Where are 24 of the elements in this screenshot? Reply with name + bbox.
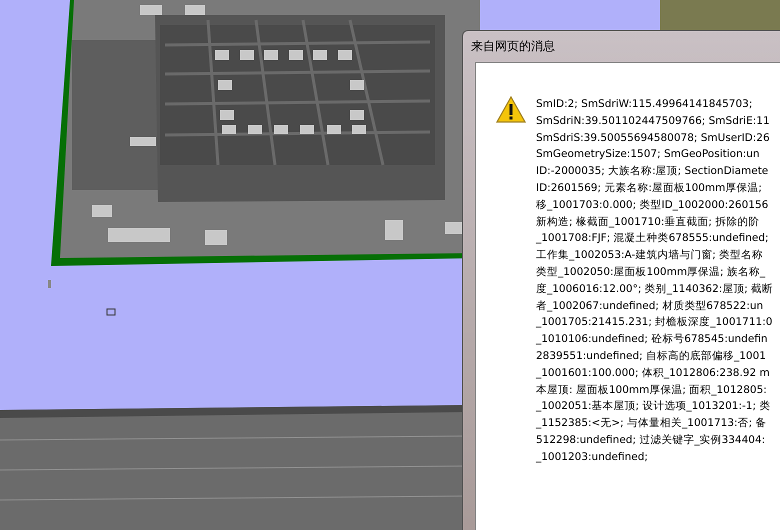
message-line: _1001705:21415.231; 封檐板深度_1001711:0 xyxy=(536,315,774,330)
message-line: _1010106:undefined; 砼标号678545:undefin xyxy=(536,332,769,348)
message-line: 512298:undefined; 过滤关键字_实例334404: xyxy=(536,432,766,448)
message-line: 工作集_1002053:A-建筑内墙与门窗; 类型名称 xyxy=(536,248,764,264)
message-line: 者_1002067:undefined; 材质类型678522:un xyxy=(536,298,764,314)
message-line: 2839551:undefined; 自标高的底部偏移_1001 xyxy=(536,348,767,364)
message-line: _1152385:<无>; 与体量相关_1001713:否; 备 xyxy=(536,416,768,432)
message-line: _1001203:undefined; xyxy=(536,450,649,465)
message-line: SmGeometrySize:1507; SmGeoPosition:un xyxy=(536,147,761,162)
message-line: _1001601:100.000; 体积_1012806:238.92 m xyxy=(536,366,771,381)
message-line: ID:-2000035; 大族名称:屋顶; SectionDiamete xyxy=(536,164,770,180)
dialog-title: 来自网页的消息 xyxy=(471,38,555,55)
message-line: ID:2601569; 元素名称:屋面板100mm厚保温; xyxy=(536,180,763,196)
message-line: SmSdriS:39.50055694580078; SmUserID:26 xyxy=(536,130,771,146)
message-line: 新构造; 椽截面_1001710:垂直截面; 拆除的阶 xyxy=(536,214,760,230)
message-line: SmSdriN:39.501102447509766; SmSdriE:11 xyxy=(536,114,771,129)
message-line: 度_1006016:12.00°; 类别_1140362:屋顶; 截断 xyxy=(536,282,774,297)
message-line: 本屋顶: 屋面板100mm厚保温; 面积_1012805: xyxy=(536,382,768,398)
warning-icon xyxy=(496,96,526,123)
message-line: 移_1001703:0.000; 类型ID_1002000:260156 xyxy=(536,198,770,213)
message-line: _1002051:基本屋顶; 设计选项_1013201:-1; 类 xyxy=(536,399,772,414)
message-line: 类型_1002050:屋面板100mm厚保温; 族名称_ xyxy=(536,264,766,280)
message-line: _1001708:FJF; 混凝土种类678555:undefined; xyxy=(536,231,770,246)
message-line: SmID:2; SmSdriW:115.49964141845703; xyxy=(536,97,754,112)
